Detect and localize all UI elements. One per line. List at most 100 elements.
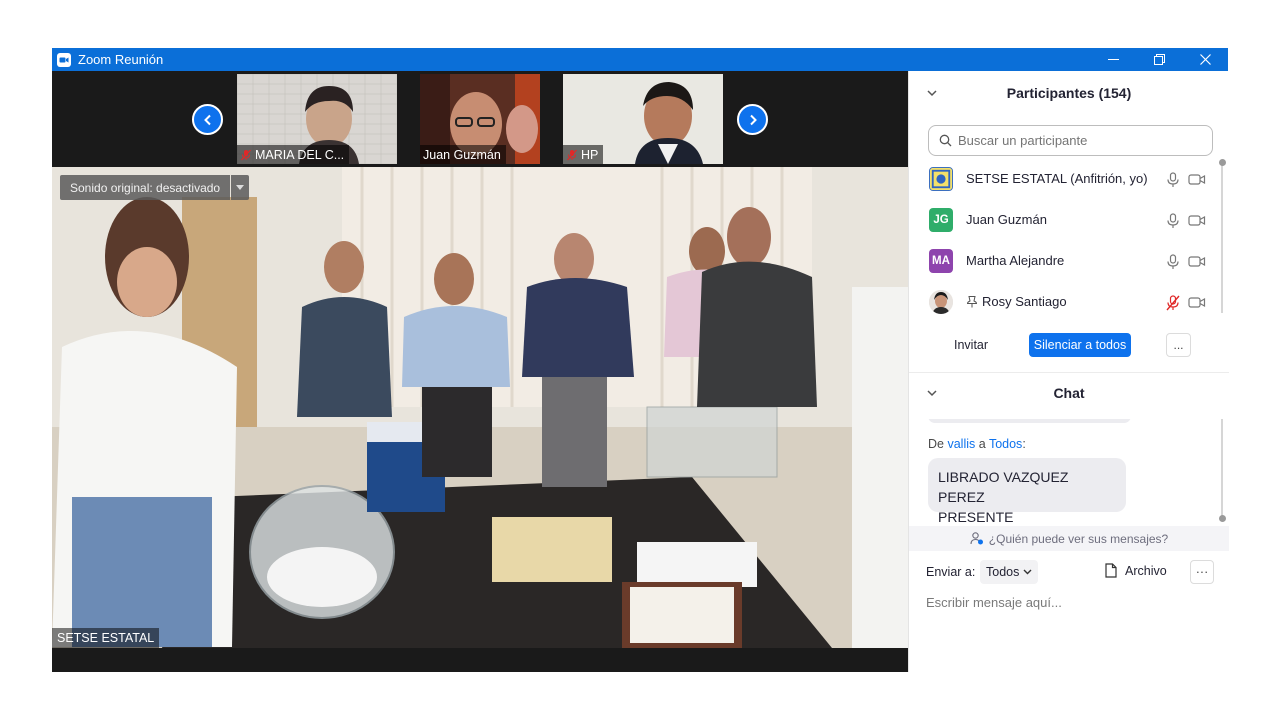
thumbnail-name: HP: [581, 147, 599, 162]
previous-page-button[interactable]: [192, 104, 223, 135]
active-speaker-name: SETSE ESTATAL: [52, 628, 160, 648]
participant-avatar: MA: [929, 249, 953, 273]
participant-name: Rosy Santiago: [982, 294, 1067, 309]
participants-header: Participantes (154): [909, 71, 1229, 115]
microphone-icon[interactable]: [1166, 172, 1180, 188]
chat-send-options: Enviar a: Todos Archivo ···: [909, 559, 1229, 585]
thumbnail-name-label: HP: [563, 145, 604, 164]
chevron-down-icon: [1023, 569, 1032, 575]
window-title: Zoom Reunión: [78, 52, 164, 67]
chat-messages: De vallis a Todos: LIBRADO VAZQUEZ PEREZ…: [909, 419, 1219, 525]
invite-button[interactable]: Invitar: [945, 333, 998, 357]
participant-name: Martha Alejandre: [966, 253, 1065, 268]
person-visibility-icon: [970, 532, 983, 545]
chat-scrollbar[interactable]: [1219, 419, 1226, 525]
chevron-left-icon: [203, 114, 211, 125]
original-sound-button[interactable]: Sonido original: desactivado: [60, 175, 231, 200]
side-panel: Participantes (154) SETSE ESTATAL (Anfit…: [908, 71, 1229, 672]
muted-mic-icon: [567, 149, 577, 160]
meeting-room-video-image: [52, 167, 908, 648]
close-button[interactable]: [1182, 48, 1228, 71]
thumbnail-strip: MARIA DEL C... Juan Guzmán HP: [52, 71, 908, 167]
more-options-button[interactable]: ...: [1166, 333, 1191, 357]
muted-mic-icon: [241, 149, 251, 160]
minimize-button[interactable]: [1090, 48, 1136, 71]
collapse-chat-chevron-icon[interactable]: [927, 386, 937, 400]
participant-list-scrollbar[interactable]: [1219, 159, 1226, 317]
sender-suffix: :: [1022, 437, 1026, 451]
original-sound-control: Sonido original: desactivado: [60, 175, 250, 200]
thumbnail-name-label: Juan Guzmán: [420, 145, 506, 164]
participant-avatar: [929, 290, 953, 314]
message-sender-line: De vallis a Todos:: [928, 437, 1026, 451]
microphone-icon[interactable]: [1166, 254, 1180, 270]
next-page-button[interactable]: [737, 104, 768, 135]
send-to-value: Todos: [986, 565, 1020, 579]
video-thumbnail[interactable]: HP: [563, 74, 723, 164]
video-thumbnail[interactable]: Juan Guzmán: [420, 74, 540, 164]
zoom-app-icon: [57, 52, 71, 67]
participant-row[interactable]: MA Martha Alejandre: [909, 241, 1219, 282]
message-text-line-1: LIBRADO VAZQUEZ PEREZ: [938, 469, 1069, 505]
video-camera-icon[interactable]: [1188, 296, 1206, 309]
search-icon: [939, 134, 952, 147]
video-area: MARIA DEL C... Juan Guzmán HP Sonido ori…: [52, 71, 908, 672]
participant-row[interactable]: SETSE ESTATAL (Anfitrión, yo): [909, 159, 1219, 200]
setse-logo-avatar-image: [930, 168, 952, 190]
chevron-right-icon: [749, 114, 757, 125]
zoom-window: Zoom Reunión MARIA DEL C... Juan Guzmán …: [52, 48, 1229, 672]
video-camera-icon[interactable]: [1188, 173, 1206, 186]
scrollbar-thumb[interactable]: [1219, 515, 1226, 522]
minimize-icon: [1107, 59, 1119, 60]
who-can-see-text: ¿Quién puede ver sus mensajes?: [988, 531, 1169, 546]
participants-title: Participantes (154): [1006, 85, 1132, 101]
video-camera-icon[interactable]: [1188, 255, 1206, 268]
thumbnail-name: MARIA DEL C...: [255, 147, 345, 162]
original-sound-dropdown[interactable]: [231, 175, 250, 200]
who-can-see-messages-link[interactable]: ¿Quién puede ver sus mensajes?: [909, 526, 1229, 551]
attach-file-button[interactable]: Archivo: [1105, 563, 1167, 578]
close-icon: [1199, 54, 1211, 65]
collapse-participants-chevron-icon[interactable]: [927, 86, 937, 100]
restore-button[interactable]: [1136, 48, 1182, 71]
title-bar: Zoom Reunión: [52, 48, 1228, 71]
chat-message-input[interactable]: [926, 591, 1216, 613]
scrollbar-track: [1221, 419, 1223, 519]
attach-file-label: Archivo: [1125, 563, 1167, 578]
chat-more-button[interactable]: ···: [1190, 560, 1214, 584]
mute-all-button[interactable]: Silenciar a todos: [1029, 333, 1131, 357]
send-to-label: Enviar a:: [926, 565, 976, 579]
message-text-line-2: PRESENTE: [938, 509, 1014, 525]
from-prefix: De: [928, 437, 944, 451]
restore-icon: [1153, 54, 1165, 65]
participant-row[interactable]: Rosy Santiago: [909, 282, 1219, 319]
chat-header: Chat: [909, 371, 1229, 415]
scrollbar-thumb[interactable]: [1219, 159, 1226, 166]
send-to-dropdown[interactable]: Todos: [980, 560, 1039, 584]
participant-avatar: JG: [929, 208, 953, 232]
participant-search[interactable]: [928, 125, 1213, 156]
microphone-icon[interactable]: [1166, 213, 1180, 229]
participant-photo-avatar-image: [929, 290, 953, 314]
message-sender[interactable]: vallis: [947, 437, 975, 451]
pin-icon: [966, 296, 978, 308]
video-thumbnail[interactable]: MARIA DEL C...: [237, 74, 397, 164]
participant-name: SETSE ESTATAL (Anfitrión, yo): [966, 171, 1148, 186]
chevron-down-icon: [236, 185, 245, 190]
message-recipient[interactable]: Todos: [989, 437, 1022, 451]
participant-search-input[interactable]: [958, 133, 1198, 148]
previous-message-bubble: [928, 419, 1131, 423]
muted-mic-icon[interactable]: [1166, 295, 1180, 311]
participant-row[interactable]: JG Juan Guzmán: [909, 200, 1219, 241]
active-speaker-video[interactable]: Sonido original: desactivado SETSE ESTAT…: [52, 167, 908, 648]
participant-avatar: [929, 167, 953, 191]
thumbnail-name: Juan Guzmán: [423, 147, 501, 162]
participant-name-label: Rosy Santiago: [966, 294, 1067, 309]
video-camera-icon[interactable]: [1188, 214, 1206, 227]
to-word: a: [978, 437, 986, 451]
file-icon: [1105, 563, 1117, 578]
scrollbar-track: [1221, 163, 1223, 313]
participant-list: SETSE ESTATAL (Anfitrión, yo) JG Juan Gu…: [909, 159, 1219, 319]
thumbnail-name-label: MARIA DEL C...: [237, 145, 350, 164]
chat-title: Chat: [1053, 385, 1085, 401]
